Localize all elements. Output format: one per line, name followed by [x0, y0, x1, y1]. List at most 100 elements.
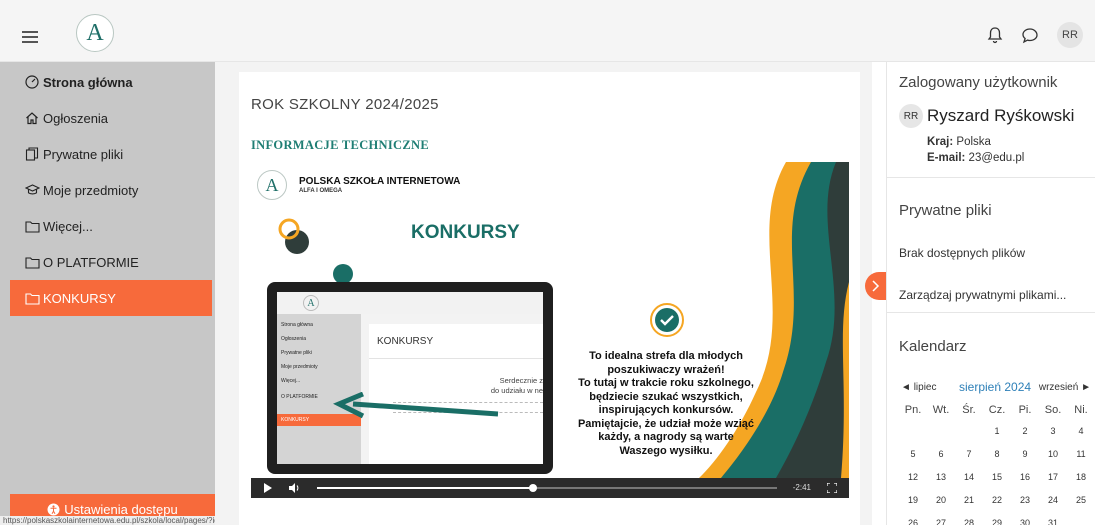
screen-navbar: A [277, 292, 543, 314]
calendar-day[interactable]: 1 [983, 420, 1011, 443]
calendar-current-month: sierpień 2024 [959, 380, 1032, 394]
video-text-line: To idealna strefa dla młodych [589, 350, 743, 362]
calendar-day[interactable]: 22 [983, 489, 1011, 512]
video-progress-bar[interactable] [317, 484, 777, 492]
divider [887, 312, 1095, 313]
laptop-screen: A Strona główna Ogłoszenia Prywatne plik… [277, 292, 543, 464]
arrow-icon [333, 392, 499, 419]
calendar-navigation: ◄ lipiec sierpień 2024 wrzesień ► [901, 380, 1091, 396]
sidebar-item-more[interactable]: Więcej... [10, 208, 212, 244]
folder-icon [25, 291, 41, 305]
calendar-day[interactable]: 31 [1039, 512, 1067, 525]
calendar-weekday: Wt. [932, 404, 950, 416]
sidebar-item-private-files[interactable]: Prywatne pliki [10, 136, 212, 172]
sidebar-item-my-courses[interactable]: Moje przedmioty [10, 172, 212, 208]
sidebar-item-about[interactable]: O PLATFORMIE [10, 244, 212, 280]
calendar-day[interactable]: 26 [899, 512, 927, 525]
site-logo[interactable]: A [76, 14, 114, 52]
calendar-day[interactable]: 6 [927, 443, 955, 466]
calendar-day[interactable]: 19 [899, 489, 927, 512]
calendar-day[interactable]: 2 [1011, 420, 1039, 443]
check-icon [650, 303, 684, 337]
calendar-day[interactable]: 21 [955, 489, 983, 512]
screen-main: KONKURSY Serdecznie z do udziału w ne [361, 314, 543, 464]
calendar-day[interactable]: 11 [1067, 443, 1095, 466]
calendar-day[interactable]: 13 [927, 466, 955, 489]
calendar-day[interactable]: 15 [983, 466, 1011, 489]
screen-sidebar-item: Ogłoszenia [281, 336, 307, 342]
calendar-day[interactable]: 17 [1039, 466, 1067, 489]
user-email-label: E-mail: [927, 152, 966, 164]
sidebar-item-contests[interactable]: KONKURSY [10, 280, 212, 316]
calendar-day[interactable]: 7 [955, 443, 983, 466]
chat-icon[interactable] [1021, 26, 1039, 44]
video-player[interactable]: A POLSKA SZKOŁA INTERNETOWA ALFA I OMEGA… [251, 162, 849, 498]
sidebar-item-label: Strona główna [43, 74, 133, 90]
calendar-week-row: 12 13 14 15 16 17 18 [899, 466, 1095, 489]
screen-sidebar-item: Moje przedmioty [281, 364, 318, 370]
calendar-day[interactable]: 18 [1067, 466, 1095, 489]
fullscreen-icon[interactable] [827, 483, 837, 493]
drawer-toggle-button[interactable] [865, 272, 887, 300]
calendar-day[interactable]: 27 [927, 512, 955, 525]
calendar-day[interactable]: 14 [955, 466, 983, 489]
calendar-week-row: 19 20 21 22 23 24 25 [899, 489, 1095, 512]
logged-user-block-title: Zalogowany użytkownik [899, 74, 1058, 91]
calendar-day[interactable]: 20 [927, 489, 955, 512]
calendar-day[interactable]: 23 [1011, 489, 1039, 512]
user-email-value: 23@edu.pl [968, 152, 1025, 164]
video-text-line: poszukiwaczy wrażeń! [607, 363, 725, 376]
sidebar-item-home[interactable]: Strona główna [10, 64, 212, 100]
screen-card-title: KONKURSY [377, 336, 434, 347]
volume-icon[interactable] [289, 483, 301, 493]
calendar-day[interactable]: 5 [899, 443, 927, 466]
calendar-weekday: Ni. [1074, 404, 1088, 416]
manage-files-link[interactable]: Zarządzaj prywatnymi plikami... [899, 288, 1066, 302]
calendar-day [1067, 512, 1095, 525]
video-heading: KONKURSY [411, 222, 520, 243]
calendar-day[interactable]: 30 [1011, 512, 1039, 525]
screen-sidebar-item: Więcej... [281, 378, 301, 384]
screen-sidebar: Strona główna Ogłoszenia Prywatne pliki … [277, 314, 361, 464]
user-full-name[interactable]: Ryszard Ryśkowski [927, 106, 1074, 126]
calendar-day[interactable]: 24 [1039, 489, 1067, 512]
user-avatar[interactable]: RR [899, 104, 923, 128]
no-files-text: Brak dostępnych plików [899, 246, 1026, 260]
calendar-day[interactable]: 4 [1067, 420, 1095, 443]
accessibility-label: Ustawienia dostępu [64, 502, 178, 517]
calendar-prev-label: lipiec [913, 382, 937, 393]
bell-icon[interactable] [987, 26, 1003, 44]
calendar-day[interactable]: 16 [1011, 466, 1039, 489]
video-school-name: POLSKA SZKOŁA INTERNETOWA [299, 176, 461, 187]
calendar-day[interactable]: 29 [983, 512, 1011, 525]
calendar-day [955, 420, 983, 443]
user-avatar[interactable]: RR [1057, 22, 1083, 48]
calendar-next-month-link[interactable]: wrzesień ► [1039, 382, 1091, 393]
folder-icon [25, 255, 41, 269]
video-logo: A [257, 170, 287, 200]
calendar-day[interactable]: 10 [1039, 443, 1067, 466]
menu-icon[interactable] [22, 31, 38, 45]
calendar-day[interactable]: 3 [1039, 420, 1067, 443]
video-time-remaining: -2:41 [792, 483, 811, 492]
play-icon[interactable] [263, 483, 273, 493]
top-navbar: A RR [0, 0, 1095, 62]
calendar-day[interactable]: 9 [1011, 443, 1039, 466]
video-description: To idealna strefa dla młodych poszukiwac… [566, 350, 766, 458]
sidebar-item-announcements[interactable]: Ogłoszenia [10, 100, 212, 136]
divider [887, 177, 1095, 178]
screen-sidebar-item: Strona główna [281, 322, 313, 328]
sidebar-item-label: O PLATFORMIE [43, 254, 139, 270]
video-progress-handle[interactable] [529, 484, 538, 492]
private-files-block-title: Prywatne pliki [899, 202, 992, 219]
user-country-value: Polska [956, 136, 991, 148]
sidebar-item-label: Moje przedmioty [43, 182, 139, 198]
calendar-prev-month-link[interactable]: ◄ lipiec [901, 382, 936, 393]
laptop-illustration: A Strona główna Ogłoszenia Prywatne plik… [267, 282, 553, 474]
calendar-weekday-row: Pn. Wt. Śr. Cz. Pi. So. Ni. [899, 404, 1095, 420]
user-email: E-mail: 23@edu.pl [927, 152, 1024, 164]
calendar-day[interactable]: 8 [983, 443, 1011, 466]
calendar-day[interactable]: 28 [955, 512, 983, 525]
calendar-day[interactable]: 12 [899, 466, 927, 489]
calendar-day[interactable]: 25 [1067, 489, 1095, 512]
